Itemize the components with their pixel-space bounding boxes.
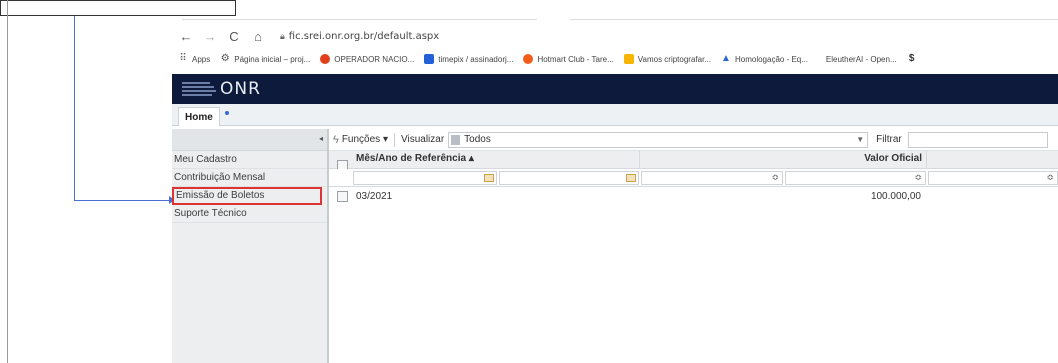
filter-label: Filtrar — [876, 134, 902, 145]
hotmart-icon — [523, 54, 534, 64]
ref-to-filter-input[interactable] — [499, 171, 639, 185]
annotation-callout-box — [0, 0, 236, 16]
bookmark-hotmart[interactable]: Hotmart Club - Tare... — [523, 54, 614, 64]
address-bar[interactable]: fic.srei.onr.org.br/default.aspx — [289, 31, 439, 42]
bookmark-label: Hotmart Club - Tare... — [537, 54, 614, 64]
app-logo-text: ONR — [220, 79, 261, 99]
onr-logo-icon — [182, 80, 216, 98]
column-header-valor[interactable]: Valor Oficial — [864, 153, 922, 164]
bookmark-pagina-inicial[interactable]: ⚙ Página inicial – proj... — [220, 53, 311, 64]
calendar-icon[interactable] — [484, 174, 494, 182]
bookmarks-bar: ⠿ Apps ⚙ Página inicial – proj... OPERAD… — [172, 49, 1058, 69]
main-panel: ϟ Funções ▾ Visualizar Todos ▼ Filtrar M… — [329, 129, 1058, 363]
valor-from-filter-input[interactable]: ≎ — [641, 171, 783, 185]
functions-menu-button[interactable]: ϟ Funções ▾ — [333, 134, 388, 146]
bookmark-vamos-criptografar[interactable]: Vamos criptografar... — [623, 54, 711, 64]
sidebar-item-meu-cadastro[interactable]: Meu Cadastro — [172, 151, 327, 169]
bookmark-label: timepix / assinadorj... — [438, 54, 514, 64]
row-checkbox[interactable] — [337, 191, 348, 202]
sidebar-item-suporte-tecnico[interactable]: Suporte Técnico — [172, 205, 327, 223]
bookmark-label: Vamos criptografar... — [637, 54, 711, 64]
browser-navbar: ← → C ⌂ 🔒︎ fic.srei.onr.org.br/default.a… — [172, 25, 1058, 47]
ref-from-filter-input[interactable] — [353, 171, 497, 185]
bookmark-operador-nacional[interactable]: OPERADOR NACIO... — [320, 54, 414, 64]
gear-icon: ⚙ — [220, 53, 230, 64]
browser-window: ← → C ⌂ 🔒︎ fic.srei.onr.org.br/default.a… — [172, 19, 1058, 363]
bitcoin-icon — [623, 54, 634, 64]
bookmark-eleutherai[interactable]: EleutherAI - Open... — [826, 55, 897, 64]
cell-ref: 03/2021 — [356, 191, 393, 202]
grid-header-row: Mês/Ano de Referência ▴ Valor Oficial — [329, 151, 1058, 171]
sidebar: ◂ Meu Cadastro Contribuição Mensal Emiss… — [172, 129, 327, 363]
back-arrow-icon[interactable]: ← — [176, 26, 196, 46]
forward-arrow-icon[interactable]: → — [200, 26, 220, 46]
lock-icon: 🔒︎ — [280, 30, 285, 41]
spinner-icon[interactable]: ≎ — [914, 172, 922, 183]
sidebar-header: ◂ — [172, 129, 327, 151]
bookmark-label: Homologação - Eq... — [734, 54, 808, 64]
reload-icon[interactable]: C — [224, 26, 244, 46]
annotation-arrow-horizontal — [74, 200, 172, 201]
calendar-icon[interactable] — [626, 174, 636, 182]
onr-circle-icon — [320, 54, 331, 64]
bookmark-label: Apps — [192, 54, 211, 64]
triangle-icon: ▲ — [721, 53, 731, 64]
home-icon[interactable]: ⌂ — [248, 26, 268, 46]
functions-label: Funções ▾ — [341, 134, 388, 145]
annotation-arrow-vertical — [74, 16, 75, 201]
chevron-down-icon: ▼ — [856, 134, 865, 144]
view-select[interactable]: Todos ▼ — [448, 131, 869, 148]
table-row[interactable]: 03/2021 100.000,00 — [329, 187, 1058, 205]
view-label: Visualizar — [400, 134, 445, 145]
bookmark-label: EleutherAI - Open... — [825, 54, 897, 64]
bookmark-timepix[interactable]: timepix / assinadorj... — [424, 54, 513, 64]
sidebar-item-contribuicao-mensal[interactable]: Contribuição Mensal — [172, 169, 327, 187]
cell-valor: 100.000,00 — [870, 191, 921, 202]
tab-home[interactable]: Home — [178, 107, 220, 126]
spinner-icon[interactable]: ≎ — [771, 172, 779, 183]
tab-loading-dot-icon — [225, 111, 229, 115]
grid-filter-row: ≎ ≎ ≎ — [329, 169, 1058, 187]
lightning-icon: ϟ — [333, 133, 339, 146]
view-select-value: Todos — [464, 133, 491, 145]
bookmark-homologacao[interactable]: ▲ Homologação - Eq... — [721, 54, 808, 64]
dollar-icon: $ — [908, 53, 915, 64]
bookmark-apps[interactable]: ⠿ Apps — [178, 54, 210, 64]
browser-tab-strip — [172, 19, 1058, 22]
collapse-sidebar-icon[interactable]: ◂ — [319, 134, 323, 143]
spinner-icon[interactable]: ≎ — [1046, 172, 1054, 183]
bookmark-label: Página inicial – proj... — [234, 54, 311, 64]
apps-grid-icon: ⠿ — [179, 53, 187, 64]
sidebar-item-emissao-de-boletos[interactable]: Emissão de Boletos — [172, 187, 322, 205]
extra-filter-input[interactable]: ≎ — [928, 171, 1058, 185]
filter-input[interactable] — [907, 131, 1048, 148]
valor-to-filter-input[interactable]: ≎ — [785, 171, 926, 185]
app-header: ONR — [172, 74, 1058, 104]
app-tabbar: Home — [172, 104, 1058, 126]
column-header-ref[interactable]: Mês/Ano de Referência ▴ — [356, 153, 474, 164]
document-icon — [451, 134, 461, 145]
bookmark-dollar[interactable]: $ — [907, 54, 921, 64]
bookmark-label: OPERADOR NACIO... — [334, 54, 415, 64]
grid-toolbar: ϟ Funções ▾ Visualizar Todos ▼ Filtrar — [329, 129, 1058, 151]
bookmark-blue-icon — [424, 54, 435, 64]
annotation-left-rule — [7, 0, 8, 363]
